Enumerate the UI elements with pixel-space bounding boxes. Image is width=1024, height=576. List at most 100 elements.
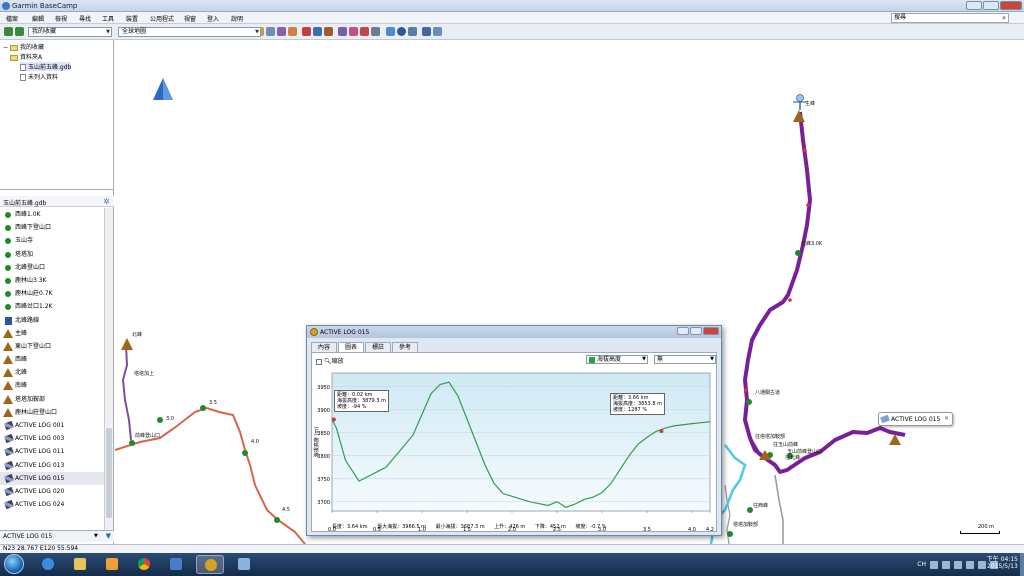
measure-icon[interactable] <box>277 27 286 36</box>
network-icon[interactable] <box>978 560 986 569</box>
menu-login[interactable]: 登入 <box>207 14 219 23</box>
tree-file[interactable]: 玉山前五峰.gdb <box>20 62 72 71</box>
list-item[interactable]: 西峰 <box>0 353 104 366</box>
waypoint-marker[interactable] <box>129 440 135 446</box>
track-popup[interactable]: ACTIVE LOG 015 ✕ <box>878 412 953 426</box>
menu-help[interactable]: 說明 <box>231 14 243 23</box>
waypoint-marker[interactable] <box>795 250 801 256</box>
taskbar-media[interactable] <box>98 555 126 574</box>
list-item[interactable]: 玉山寺 <box>0 234 104 247</box>
pencil-icon[interactable] <box>349 27 358 36</box>
menu-tools[interactable]: 工具 <box>102 14 114 23</box>
receive-from-device-icon[interactable] <box>15 27 24 36</box>
waypoint-marker[interactable] <box>746 399 752 405</box>
maximize-button[interactable] <box>983 1 999 10</box>
list-item[interactable]: ACTIVE LOG 013 <box>0 459 104 472</box>
tray-icon[interactable] <box>954 560 962 569</box>
language-indicator[interactable]: CH <box>917 561 926 568</box>
tab-references[interactable]: 參考 <box>392 342 419 352</box>
waypoint-marker[interactable] <box>157 417 163 423</box>
tab-properties[interactable]: 內容 <box>311 342 338 352</box>
list-item[interactable]: 主峰 <box>0 327 104 340</box>
close-button[interactable] <box>1000 1 1022 10</box>
list-item[interactable]: 西峰1.0K <box>0 208 104 221</box>
taskbar-paint[interactable] <box>230 555 258 574</box>
tree-root[interactable]: − 我的收藏 <box>3 42 44 51</box>
search-input[interactable]: 搜尋 ⌕ <box>891 13 1009 23</box>
view-3d-icon[interactable] <box>408 27 417 36</box>
chevron-down-icon[interactable]: ▼ <box>94 533 98 539</box>
waypoint-marker[interactable] <box>727 531 733 537</box>
gear-icon[interactable]: ✲ <box>103 197 110 206</box>
tray-icon[interactable] <box>942 560 950 569</box>
device-dropdown[interactable]: 我的收藏 ▼ <box>28 27 112 37</box>
clock[interactable]: 下午 04:15 2015/5/13 <box>987 556 1018 570</box>
series-select[interactable]: 海拔高度 ▼ <box>586 355 648 364</box>
taskbar-chrome[interactable] <box>130 555 158 574</box>
list-item[interactable]: 北峰登山口 <box>0 261 104 274</box>
send-to-device-icon[interactable] <box>4 27 13 36</box>
show-desktop-button[interactable] <box>1020 553 1024 576</box>
menu-utilities[interactable]: 公用程式 <box>150 14 174 23</box>
menu-file[interactable]: 檔案 <box>6 14 18 23</box>
list-scrollbar[interactable] <box>104 208 113 533</box>
dialog-maximize-button[interactable] <box>690 327 702 335</box>
divide-icon[interactable] <box>371 27 380 36</box>
search-icon[interactable]: ⌕ <box>1002 14 1006 22</box>
list-item[interactable]: 北峰路線 <box>0 314 104 327</box>
list-item[interactable]: 北峰 <box>0 366 104 379</box>
new-track-icon[interactable] <box>324 27 333 36</box>
taskbar-explorer[interactable] <box>66 555 94 574</box>
minimize-button[interactable] <box>966 1 982 10</box>
list-item[interactable]: 塔塔加 <box>0 248 104 261</box>
menu-window[interactable]: 視窗 <box>184 14 196 23</box>
dialog-minimize-button[interactable] <box>677 327 689 335</box>
new-route-icon[interactable] <box>313 27 322 36</box>
taskbar-app[interactable] <box>162 555 190 574</box>
list-item[interactable]: ACTIVE LOG 003 <box>0 432 104 445</box>
start-button[interactable] <box>4 554 24 574</box>
new-waypoint-icon[interactable] <box>302 27 311 36</box>
list-item[interactable]: ACTIVE LOG 001 <box>0 419 104 432</box>
map-2d-icon[interactable] <box>386 27 395 36</box>
tab-graph[interactable]: 圖表 <box>338 342 365 352</box>
dialog-close-button[interactable] <box>703 327 719 335</box>
list-item[interactable]: 鹿林山莊0.7K <box>0 287 104 300</box>
waypoint-marker[interactable] <box>274 517 280 523</box>
tray-icon[interactable] <box>930 560 938 569</box>
tray-icon[interactable] <box>966 560 974 569</box>
list-item[interactable]: 西峰下登山口 <box>0 221 104 234</box>
waypoint-marker[interactable] <box>242 450 248 456</box>
list-item[interactable]: ACTIVE LOG 020 <box>0 485 104 498</box>
list-item[interactable]: ACTIVE LOG 015 <box>0 471 104 485</box>
list-item[interactable]: ACTIVE LOG 011 <box>0 445 104 458</box>
edit-icon[interactable] <box>338 27 347 36</box>
menu-find[interactable]: 尋找 <box>79 14 91 23</box>
secondary-select[interactable]: 無 ▼ <box>654 355 716 364</box>
summit-icon[interactable] <box>793 110 805 122</box>
filter-icon[interactable]: ▼ <box>106 532 111 540</box>
list-item[interactable]: 西峰岔口1.2K <box>0 300 104 313</box>
list-item[interactable]: 塔塔加鞍部 <box>0 393 104 406</box>
tab-notes[interactable]: 標註 <box>365 342 392 352</box>
info-icon[interactable] <box>433 27 442 36</box>
zoom-icon[interactable] <box>266 27 275 36</box>
tree-unlisted[interactable]: 未列入資料 <box>20 72 58 81</box>
globe-icon[interactable] <box>397 27 406 36</box>
list-item[interactable]: 鹿林山3.3K <box>0 274 104 287</box>
map-dropdown[interactable]: 全球地圖 ▼ <box>118 27 261 37</box>
peak-icon[interactable] <box>121 338 133 350</box>
menu-view[interactable]: 檢視 <box>55 14 67 23</box>
tree-folder[interactable]: 資料夾A <box>10 52 42 61</box>
close-icon[interactable]: ✕ <box>944 415 949 422</box>
select-icon[interactable] <box>288 27 297 36</box>
list-item[interactable]: ACTIVE LOG 024 <box>0 498 104 511</box>
fit-icon[interactable] <box>422 27 431 36</box>
list-item[interactable]: 鹿林山莊登山口 <box>0 406 104 419</box>
checkbox[interactable] <box>316 358 322 365</box>
zoom-checkbox[interactable]: 🔍︎縮放 <box>316 356 344 365</box>
taskbar-basecamp[interactable] <box>196 555 224 574</box>
erase-icon[interactable] <box>360 27 369 36</box>
taskbar-ie[interactable] <box>34 555 62 574</box>
list-item[interactable]: 南峰 <box>0 379 104 392</box>
